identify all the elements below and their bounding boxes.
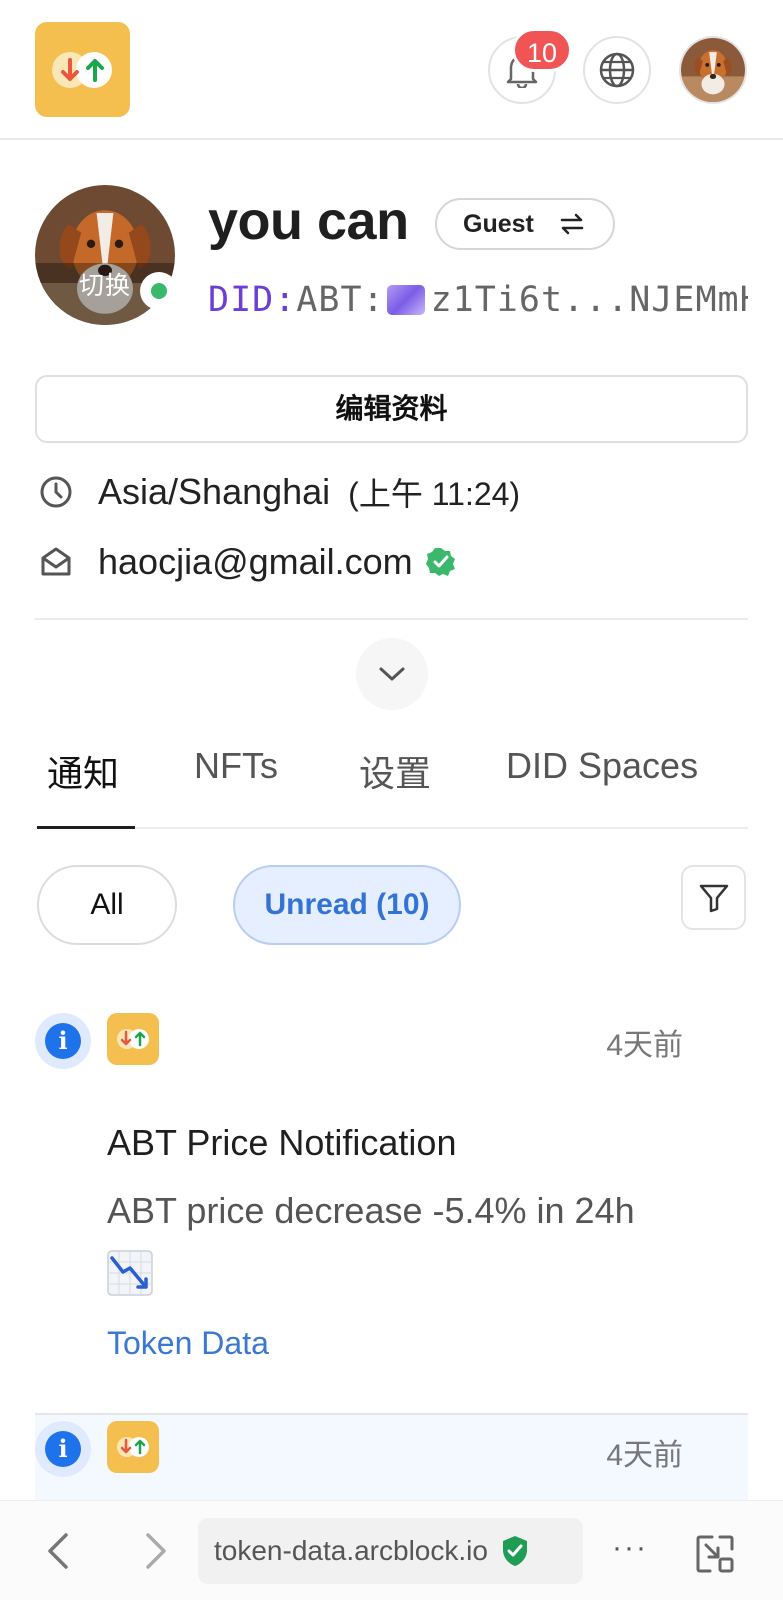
app-logo-icon <box>107 1421 159 1473</box>
chevron-down-icon <box>379 667 405 681</box>
edit-profile-button[interactable]: 编辑资料 <box>35 375 748 443</box>
notification-time: 4天前 <box>606 1029 683 1062</box>
profile-tabs: 通知 NFTs 设置 DID Spaces <box>35 745 748 825</box>
chart-decreasing-icon <box>107 1250 153 1296</box>
forward-arrow-icon[interactable] <box>140 1531 172 1571</box>
notification-body: ABT price decrease -5.4% in 24h <box>107 1190 635 1231</box>
notification-item[interactable]: i 4天前 ABT Price Notification ABT price d… <box>35 1005 748 1413</box>
did-value: z1Ti6t...NJEMmH <box>430 280 748 320</box>
active-tab-indicator <box>37 826 135 829</box>
info-icon: i <box>35 1421 91 1477</box>
did-address[interactable]: DID:ABT: z1Ti6t...NJEMmH <box>208 280 748 326</box>
browser-bottom-bar: token-data.arcblock.io ··· <box>0 1500 783 1600</box>
globe-icon[interactable] <box>583 36 651 104</box>
tab-notifications[interactable]: 通知 <box>47 745 119 797</box>
expand-profile-button[interactable] <box>356 638 428 710</box>
profile-divider <box>35 618 748 620</box>
tab-did-spaces[interactable]: DID Spaces <box>506 745 698 787</box>
did-chain: ABT: <box>296 280 385 320</box>
back-arrow-icon[interactable] <box>42 1531 74 1571</box>
app-logo-icon <box>107 1013 159 1065</box>
top-header: 10 <box>0 0 783 140</box>
role-switch-chip[interactable]: Guest <box>435 198 615 250</box>
timezone-row: Asia/Shanghai (上午 11:24) <box>38 470 520 514</box>
did-identicon-icon <box>386 285 425 315</box>
minimize-window-icon[interactable] <box>694 1533 736 1575</box>
filter-unread-chip[interactable]: Unread (10) <box>233 865 461 945</box>
notification-title: ABT Price Notification <box>107 1122 457 1163</box>
avatar[interactable] <box>679 36 747 104</box>
logo-mark <box>52 52 114 88</box>
notification-time: 4天前 <box>606 1439 683 1472</box>
clock-icon <box>40 476 72 508</box>
local-time-text: (上午 11:24) <box>348 476 521 512</box>
role-label: Guest <box>463 210 534 238</box>
secure-shield-icon <box>502 1536 527 1566</box>
verified-icon <box>425 548 455 576</box>
tab-nfts[interactable]: NFTs <box>194 745 278 787</box>
online-status-indicator <box>140 272 178 310</box>
profile-page: 10 切换 you can Guest DID:ABT: z1Ti6t...NJ… <box>0 0 783 1600</box>
tab-settings[interactable]: 设置 <box>359 745 431 797</box>
timezone-text: Asia/Shanghai <box>98 471 331 512</box>
tabs-divider <box>35 827 748 829</box>
user-name: you can <box>208 191 409 251</box>
swap-icon <box>560 213 584 235</box>
url-bar[interactable]: token-data.arcblock.io <box>198 1518 583 1584</box>
filter-button[interactable] <box>681 865 746 930</box>
more-options-button[interactable]: ··· <box>612 1531 648 1565</box>
filter-all-chip[interactable]: All <box>37 865 177 945</box>
email-text: haocjia@gmail.com <box>98 541 413 582</box>
url-text: token-data.arcblock.io <box>214 1535 488 1566</box>
did-prefix: DID: <box>208 280 297 320</box>
email-row: haocjia@gmail.com <box>38 540 457 584</box>
notification-count-badge: 10 <box>512 28 572 72</box>
notification-link[interactable]: Token Data <box>107 1325 269 1362</box>
mail-icon <box>41 547 71 576</box>
app-logo-icon[interactable] <box>35 22 130 117</box>
funnel-icon <box>699 884 728 912</box>
info-icon: i <box>35 1013 91 1069</box>
